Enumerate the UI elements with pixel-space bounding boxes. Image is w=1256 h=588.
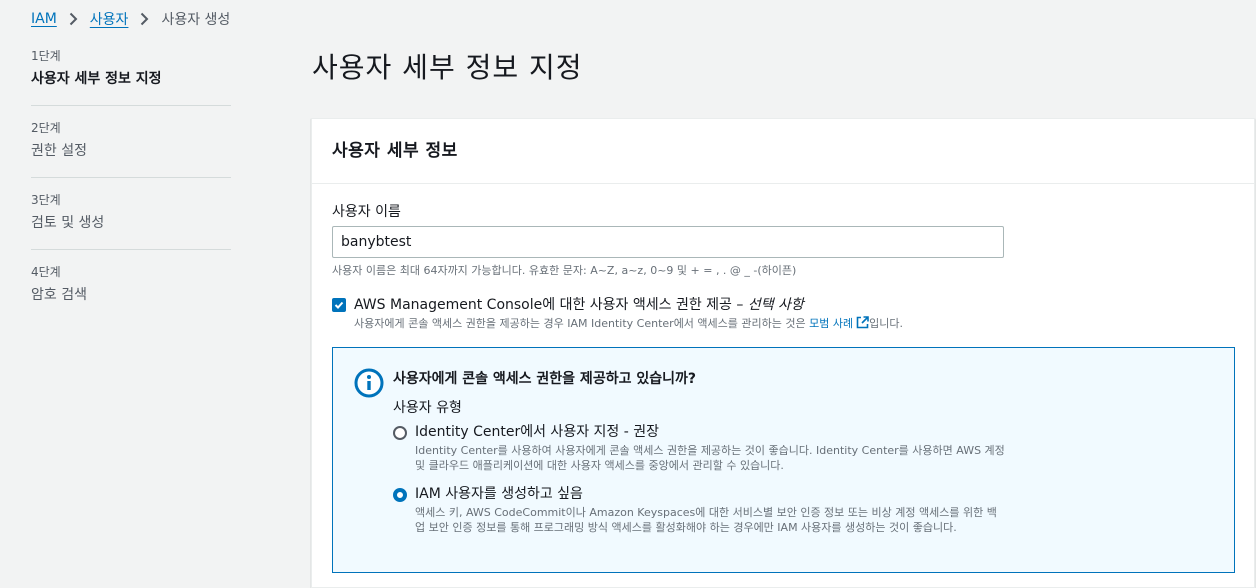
username-label: 사용자 이름 [332,204,401,220]
breadcrumb-users-link[interactable]: 사용자 [90,9,129,29]
breadcrumb: IAM 사용자 사용자 생성 [31,9,230,29]
username-constraint: 사용자 이름은 최대 64자까지 가능합니다. 유효한 문자: A~Z, a~z… [332,264,797,277]
radio-option-identity-center: Identity Center에서 사용자 지정 - 권장 Identity C… [393,422,1005,473]
user-type-label: 사용자 유형 [393,400,462,416]
console-access-info-box: 사용자에게 콘솔 액세스 권한을 제공하고 있습니까? 사용자 유형 Ident… [332,347,1235,573]
wizard-step-2: 2단계 권한 설정 [31,120,231,178]
step-number: 1단계 [31,49,61,63]
step-title: 권한 설정 [31,143,87,159]
radio-label[interactable]: IAM 사용자를 생성하고 싶음 [415,484,1005,504]
info-icon [354,368,384,402]
step-title: 사용자 세부 정보 지정 [31,71,162,87]
console-access-description: 사용자에게 콘솔 액세스 권한을 제공하는 경우 IAM Identity Ce… [354,316,903,330]
step-title: 암호 검색 [31,287,87,303]
wizard-step-4: 4단계 암호 검색 [31,264,231,321]
external-link-icon [856,316,869,329]
breadcrumb-current: 사용자 생성 [161,12,231,28]
checkmark-icon [334,301,344,309]
page-title: 사용자 세부 정보 지정 [312,51,583,84]
console-access-checkbox[interactable] [332,298,346,312]
optional-text: 선택 사항 [747,297,804,313]
console-access-option: AWS Management Console에 대한 사용자 액세스 권한 제공… [332,295,903,332]
chevron-right-icon [140,12,149,26]
chevron-right-icon [69,12,78,26]
step-number: 2단계 [31,121,61,135]
step-number: 4단계 [31,265,61,279]
best-practice-link[interactable]: 모범 사례 [809,316,869,330]
radio-description: 액세스 키, AWS CodeCommit이나 Amazon Keyspaces… [415,506,997,534]
wizard-step-1: 1단계 사용자 세부 정보 지정 [31,48,231,106]
info-box-title: 사용자에게 콘솔 액세스 권한을 제공하고 있습니까? [393,371,696,387]
radio-description: Identity Center를 사용하여 사용자에게 콘솔 액세스 권한을 제… [415,444,1005,472]
radio-label[interactable]: Identity Center에서 사용자 지정 - 권장 [415,422,1005,442]
panel-header: 사용자 세부 정보 [312,119,1254,184]
identity-center-radio[interactable] [393,426,407,440]
step-number: 3단계 [31,193,61,207]
panel-title: 사용자 세부 정보 [332,141,458,161]
wizard-step-3: 3단계 검토 및 생성 [31,192,231,250]
console-access-label[interactable]: AWS Management Console에 대한 사용자 액세스 권한 제공… [354,295,903,315]
username-input[interactable] [332,226,1004,258]
radio-option-iam-user: IAM 사용자를 생성하고 싶음 액세스 키, AWS CodeCommit이나… [393,484,1005,535]
breadcrumb-iam-link[interactable]: IAM [31,11,57,27]
iam-user-radio[interactable] [393,488,407,502]
step-title: 검토 및 생성 [31,215,105,231]
wizard-steps: 1단계 사용자 세부 정보 지정 2단계 권한 설정 3단계 검토 및 생성 4… [31,48,231,335]
user-details-panel: 사용자 세부 정보 사용자 이름 사용자 이름은 최대 64자까지 가능합니다.… [311,118,1255,588]
